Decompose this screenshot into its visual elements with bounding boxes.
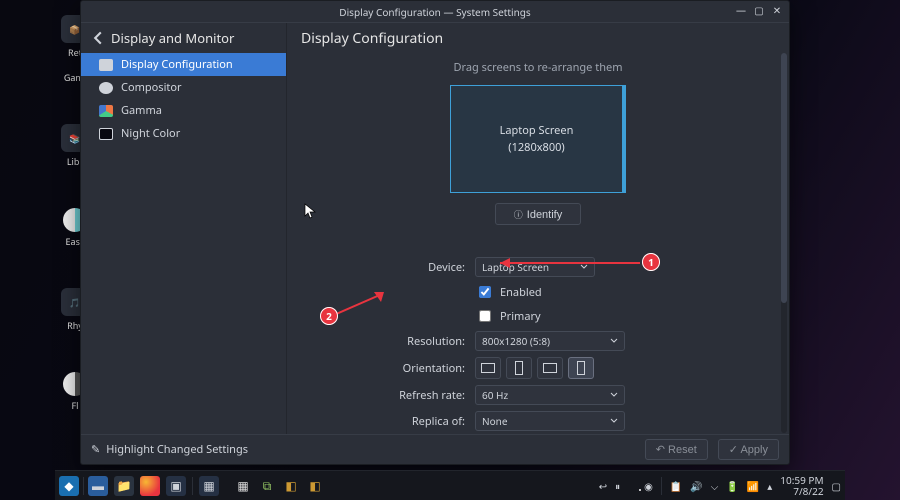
taskbar-app[interactable]: ⧉ [257,476,277,496]
back-button[interactable]: Display and Monitor [81,23,286,53]
taskbar-window[interactable]: ▣ [166,476,186,496]
taskbar-firefox[interactable] [140,476,160,496]
sidebar-item-label: Compositor [121,80,182,95]
orientation-landscape[interactable] [475,357,501,379]
chevron-down-icon [610,391,618,399]
sidebar: Display and Monitor Display Configuratio… [81,23,287,434]
apply-button[interactable]: ✓ Apply [718,439,779,460]
identify-button[interactable]: ⓘIdentify [495,203,581,225]
sidebar-item-night-color[interactable]: Night Color [81,122,286,145]
highlight-toggle[interactable]: ✎Highlight Changed Settings [91,442,248,457]
tray-show-desktop[interactable]: ▢ [832,479,841,493]
sidebar-item-label: Gamma [121,103,162,118]
tray-clipboard-icon[interactable]: 📋 [670,479,682,493]
screen-preview[interactable]: Laptop Screen (1280x800) [450,85,626,193]
taskbar-app[interactable]: ◧ [281,476,301,496]
taskbar-running[interactable]: ▦ [199,476,219,496]
orientation-landscape-flip[interactable] [537,357,563,379]
chevron-left-icon [91,31,105,45]
pen-icon: ✎ [91,442,100,457]
tray-obs-icon[interactable]: ◉ [644,479,653,493]
sidebar-item-label: Night Color [121,126,180,141]
main-pane: Display Configuration Drag screens to re… [287,23,789,434]
primary-checkbox[interactable]: Primary [475,307,635,325]
tray-back-icon[interactable]: ↩ [599,479,607,493]
desktop: 📦Ret Gami 📚Libr Easy 🎵Rhy Fl Display Con… [0,0,900,500]
taskbar: ◆ ▬ 📁 ▣ ▦ ▦ ⧉ ◧ ◧ ↩ ⏸ ◉ 📋 🔊 ⌵ 🔋 [55,470,845,500]
resolution-label: Resolution: [339,334,469,349]
refresh-label: Refresh rate: [339,388,469,403]
display-form: Device: Laptop Screen Enabled Primary Re… [339,257,767,431]
orientation-label: Orientation: [339,361,469,376]
chevron-down-icon [580,263,588,271]
tray-volume-icon[interactable]: 🔊 [690,479,702,493]
enabled-checkbox[interactable]: Enabled [475,283,635,301]
device-select[interactable]: Laptop Screen [475,257,595,277]
taskbar-app[interactable]: ▦ [233,476,253,496]
settings-window: Display Configuration — System Settings … [80,0,790,465]
sidebar-item-display-config[interactable]: Display Configuration [81,53,286,76]
minimize-button[interactable]: — [735,4,747,16]
orientation-group [475,357,635,379]
reset-button[interactable]: ↶ Reset [645,439,708,460]
titlebar[interactable]: Display Configuration — System Settings … [81,1,789,23]
orientation-portrait-left[interactable] [506,357,532,379]
tray-chevron-icon[interactable]: ▴ [767,479,772,493]
section-title: Display and Monitor [111,29,234,47]
refresh-select[interactable]: 60 Hz [475,385,625,405]
screen-arrange-area: Drag screens to re-arrange them Laptop S… [327,56,749,239]
orientation-portrait-right[interactable] [568,357,594,379]
sidebar-item-label: Display Configuration [121,57,233,72]
resolution-select[interactable]: 800x1280 (5:8) [475,331,625,351]
sidebar-item-compositor[interactable]: Compositor [81,76,286,99]
footer: ✎Highlight Changed Settings ↶ Reset ✓ Ap… [81,434,789,464]
tray-bluetooth-icon[interactable]: ⌵ [711,479,719,493]
chevron-down-icon [610,337,618,345]
page-title: Display Configuration [287,23,789,56]
tray-network-icon[interactable]: 📶 [747,479,759,493]
replica-label: Replica of: [339,414,469,429]
taskbar-pinned[interactable]: ▬ [88,476,108,496]
sidebar-item-gamma[interactable]: Gamma [81,99,286,122]
clock[interactable]: 10:59 PM 7/8/22 [780,475,823,497]
tray-pause-icon[interactable]: ⏸ [615,479,620,493]
arrange-hint: Drag screens to re-arrange them [327,60,749,75]
maximize-button[interactable]: ▢ [753,4,765,16]
screen-name: Laptop Screen [500,123,574,138]
screen-resolution: (1280x800) [508,140,564,155]
window-title: Display Configuration — System Settings [339,5,530,19]
close-button[interactable]: ✕ [771,4,783,16]
taskbar-app[interactable]: ◧ [305,476,325,496]
start-button[interactable]: ◆ [59,476,79,496]
taskbar-files[interactable]: 📁 [114,476,134,496]
cursor-icon [304,203,316,219]
chevron-down-icon [610,417,618,425]
replica-select[interactable]: None [475,411,625,431]
tray-battery-icon[interactable]: 🔋 [726,479,738,493]
device-label: Device: [339,260,469,275]
